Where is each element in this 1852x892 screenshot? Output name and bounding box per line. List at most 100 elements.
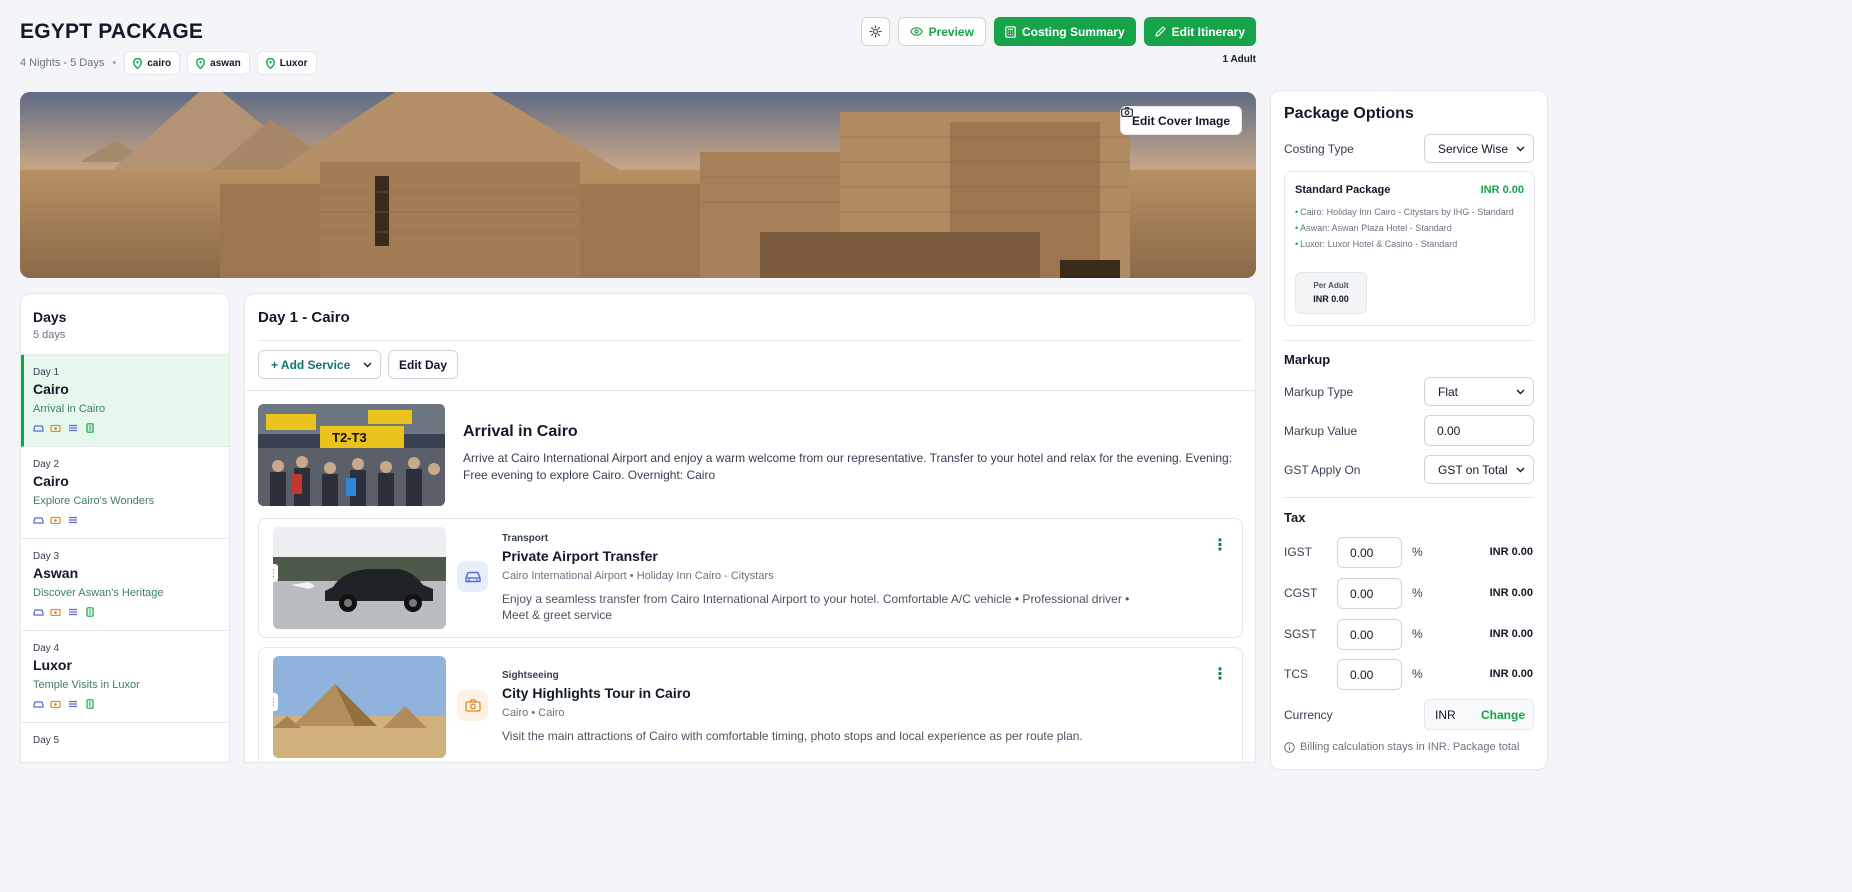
currency-selector: INR Change [1424,699,1534,730]
hotel-icon [84,698,95,709]
add-service-dropdown[interactable]: + Add Service [258,350,381,379]
svg-text:T2-T3: T2-T3 [332,430,367,445]
hotel-list-item: Aswan: Aswan Plaza Hotel - Standard [1295,222,1527,234]
airport-photo: T2-T3 [258,404,445,506]
tax-amount: INR 0.00 [1489,668,1533,680]
days-count: 5 days [33,329,66,341]
service-description: Enjoy a seamless transfer from Cairo Int… [502,592,1130,622]
day-item-3[interactable]: Day 3 Aswan Discover Aswan's Heritage [21,539,229,631]
gst-apply-select[interactable]: GST on Total [1424,455,1534,484]
day-label: Day 4 [33,643,60,654]
camera-icon [50,514,61,525]
day-label: Day 2 [33,459,60,470]
settings-button[interactable] [860,17,890,46]
per-adult-label: Per Adult [1313,281,1349,290]
percent-sign: % [1412,667,1423,681]
day-label: Day 1 [33,367,60,378]
more-options-icon[interactable]: ⋮ [1212,535,1228,555]
service-location: Cairo • Cairo [502,707,565,719]
tax-name: IGST [1284,545,1313,559]
tax-name: CGST [1284,586,1318,600]
edit-itinerary-label: Edit Itinerary [1171,24,1245,39]
camera-icon [50,422,61,433]
chevron-down-icon [363,362,372,367]
markup-title: Markup [1284,352,1331,367]
tcs-input[interactable]: 0.00 [1337,659,1402,690]
sightseeing-icon [457,690,488,721]
edit-itinerary-button[interactable]: Edit Itinerary [1143,17,1256,46]
standard-package-card[interactable]: Standard Package INR 0.00 Cairo: Holiday… [1284,171,1535,326]
cover-image: Edit Cover Image [20,92,1256,278]
igst-input[interactable]: 0.00 [1337,537,1402,568]
day-item-4[interactable]: Day 4 Luxor Temple Visits in Luxor [21,631,229,723]
costing-summary-label: Costing Summary [1021,24,1125,39]
location-label: Luxor [279,57,308,69]
day-desc: Discover Aswan's Heritage [33,587,164,599]
transport-icon [457,561,488,592]
location-label: cairo [147,57,172,69]
day-service-icons [33,422,217,433]
service-category: Transport [502,533,549,544]
sgst-input[interactable]: 0.00 [1337,619,1402,650]
markup-value-label: Markup Value [1284,424,1358,438]
change-currency-button[interactable]: Change [1481,708,1525,722]
top-actions: Preview Costing Summary Edit Itinerary [860,17,1256,46]
package-meta: 4 Nights - 5 Days • cairo aswan Luxor [20,51,1260,75]
day-service-icons [33,514,217,525]
drag-handle[interactable]: ⋮ [269,564,278,582]
days-title: Days [33,309,67,325]
chevron-down-icon [1516,389,1525,394]
markup-type-select[interactable]: Flat [1424,377,1534,406]
edit-cover-button[interactable]: Edit Cover Image [1119,106,1242,135]
gst-apply-label: GST Apply On [1284,463,1361,477]
divider [1284,340,1534,341]
days-header: Days 5 days [21,294,229,355]
day-item-2[interactable]: Day 2 Cairo Explore Cairo's Wonders [21,447,229,539]
chevron-down-icon [1516,467,1525,472]
traveller-count: 1 Adult [1222,54,1256,65]
cgst-input[interactable]: 0.00 [1337,578,1402,609]
gear-icon [868,25,882,38]
day-city: Cairo [33,473,69,489]
list-icon [67,514,78,525]
tax-name: SGST [1284,627,1317,641]
hotel-icon [84,606,95,617]
costing-summary-button[interactable]: Costing Summary [993,17,1136,46]
location-chip: cairo [124,51,181,75]
service-card[interactable]: ⋮ Transport Private Airport Transfer Cai… [258,518,1243,638]
tax-amount: INR 0.00 [1489,546,1533,558]
map-pin-icon [265,57,275,69]
camera-icon [50,606,61,617]
costing-type-select[interactable]: Service Wise [1424,134,1534,163]
currency-value: INR [1435,707,1456,722]
markup-value-input[interactable]: 0.00 [1424,415,1534,446]
per-adult-box: Per Adult INR 0.00 [1295,272,1367,314]
drag-handle[interactable]: ⋮ [269,693,278,711]
service-name: City Highlights Tour in Cairo [502,685,691,701]
edit-day-button[interactable]: Edit Day [388,350,459,379]
costing-type-value: Service Wise [1438,141,1509,156]
calculator-icon [1005,25,1016,38]
preview-button[interactable]: Preview [897,17,986,46]
location-label: aswan [210,57,241,69]
day-intro: T2-T3 Arrival in Cairo Arrive at Cairo I… [258,404,1243,506]
tax-amount: INR 0.00 [1489,628,1533,640]
more-options-icon[interactable]: ⋮ [1212,664,1228,684]
percent-sign: % [1412,586,1423,600]
day-item-5[interactable]: Day 5 [21,723,229,762]
day-item-1[interactable]: Day 1 Cairo Arrival in Cairo [21,355,229,447]
tax-title: Tax [1284,510,1306,525]
package-options-panel: Package Options Costing Type Service Wis… [1270,90,1548,770]
service-name: Private Airport Transfer [502,548,658,564]
tax-name: TCS [1284,667,1308,681]
preview-label: Preview [928,24,974,39]
service-card[interactable]: ⋮ Sightseeing City Highlights Tour in Ca… [258,647,1243,762]
car-icon [33,514,44,525]
camera-icon [1121,107,1133,117]
day-desc: Temple Visits in Luxor [33,679,140,691]
divider [245,390,1255,391]
billing-note: Billing calculation stays in INR. Packag… [1284,741,1520,753]
pyramids-photo [273,656,446,758]
duration-text: 4 Nights - 5 Days [20,57,105,69]
map-pin-icon [196,57,206,69]
